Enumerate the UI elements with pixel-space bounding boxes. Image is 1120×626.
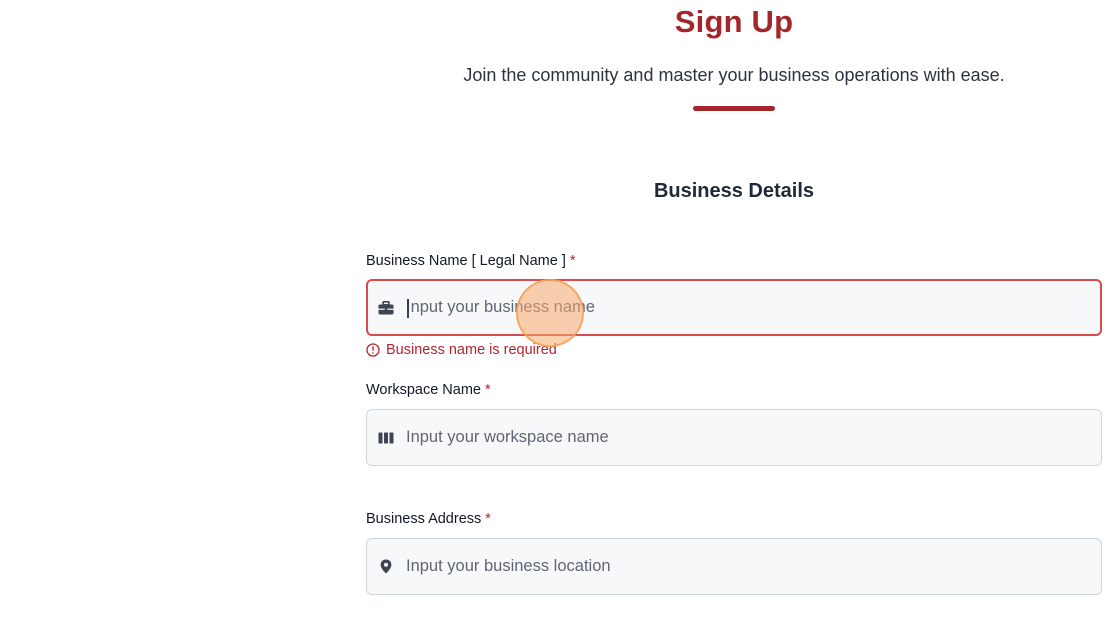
columns-icon	[376, 428, 396, 448]
workspace-name-label: Workspace Name *	[366, 382, 491, 398]
business-name-label: Business Name [ Legal Name ] *	[366, 253, 576, 269]
briefcase-icon	[376, 298, 396, 318]
business-address-field[interactable]	[366, 538, 1102, 595]
text-caret	[407, 299, 409, 318]
workspace-name-label-text: Workspace Name	[366, 382, 481, 398]
business-address-input[interactable]	[406, 539, 1101, 594]
business-address-label: Business Address *	[366, 511, 491, 527]
map-pin-icon	[376, 557, 396, 577]
alert-circle-icon	[366, 343, 380, 357]
business-name-error: Business name is required	[366, 342, 557, 358]
page-title: Sign Up	[674, 4, 794, 39]
page-subtitle: Join the community and master your busin…	[463, 65, 1005, 85]
required-asterisk: *	[569, 253, 576, 269]
business-name-error-text: Business name is required	[386, 342, 557, 358]
business-address-label-text: Business Address	[366, 511, 482, 527]
required-asterisk: *	[485, 511, 491, 527]
workspace-name-input[interactable]	[406, 410, 1101, 465]
section-title: Business Details	[653, 180, 815, 202]
required-asterisk: *	[484, 382, 491, 398]
title-divider	[693, 106, 775, 111]
business-name-input[interactable]	[406, 281, 1100, 334]
business-name-field[interactable]	[366, 279, 1102, 336]
signup-page: Sign Up Join the community and master yo…	[0, 0, 1120, 626]
business-name-label-text: Business Name [ Legal Name ]	[366, 253, 566, 269]
workspace-name-field[interactable]	[366, 409, 1102, 466]
